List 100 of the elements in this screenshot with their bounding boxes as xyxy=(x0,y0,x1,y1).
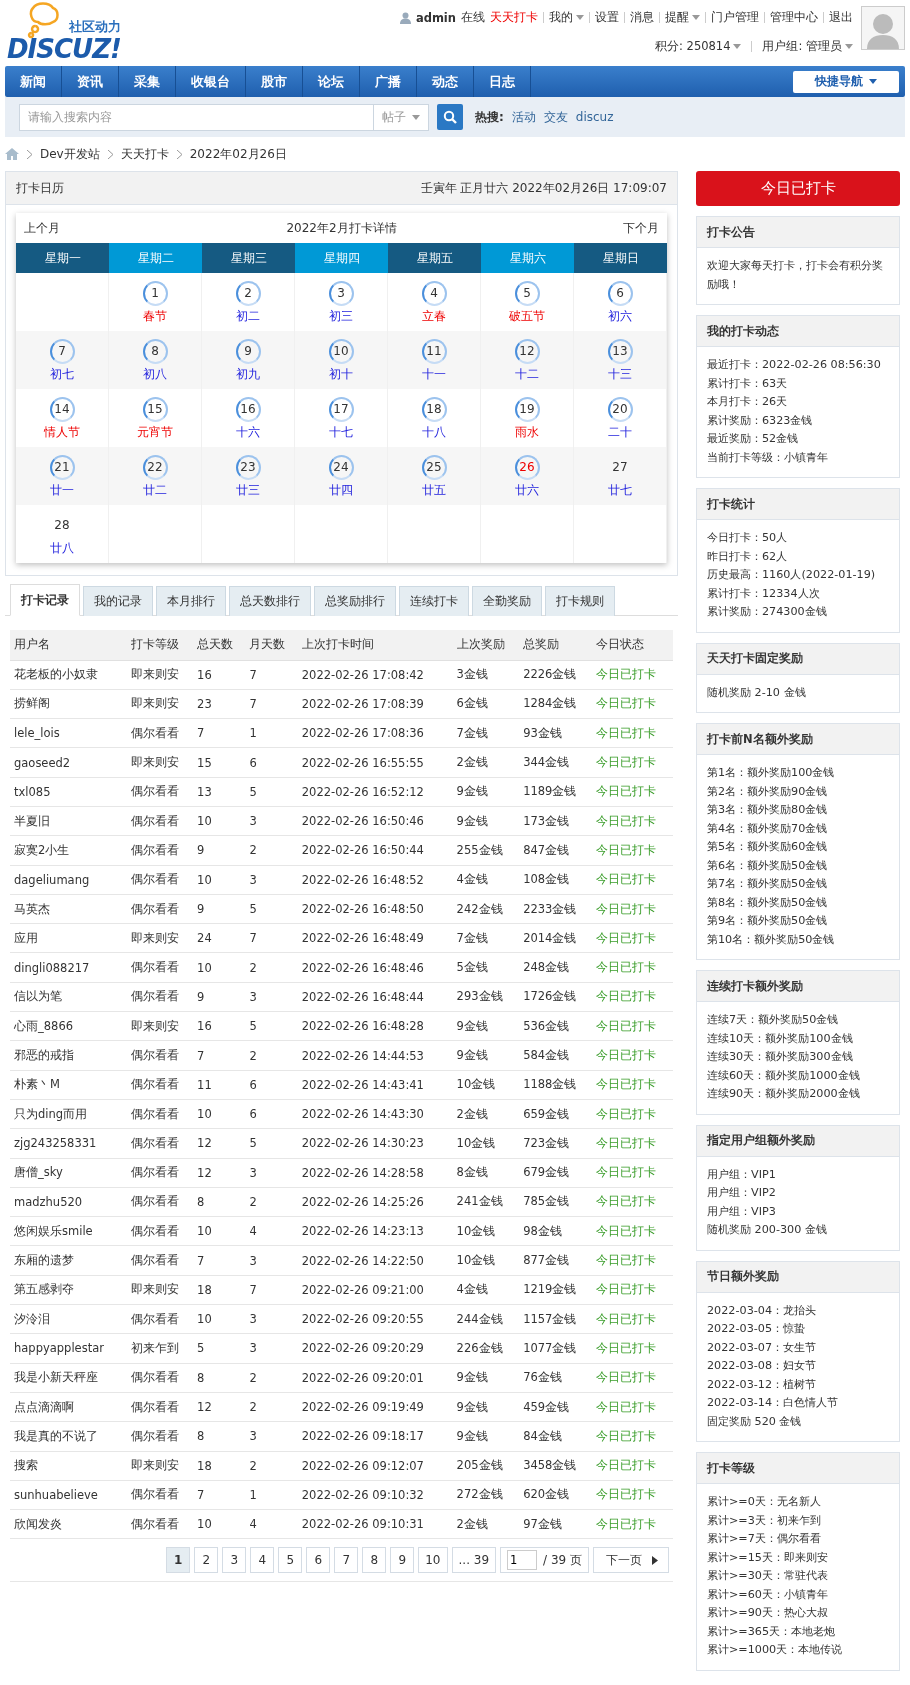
day-number[interactable]: 27 xyxy=(607,454,633,480)
credits-menu[interactable]: 积分: 250814 xyxy=(655,39,742,54)
day-number[interactable]: 19 xyxy=(514,396,540,422)
avatar[interactable] xyxy=(861,6,905,50)
day-number[interactable]: 23 xyxy=(235,454,261,480)
day-number[interactable]: 25 xyxy=(421,454,447,480)
table-cell: 620金钱 xyxy=(519,1480,593,1510)
page-button[interactable]: 3 xyxy=(222,1547,247,1574)
top-link[interactable]: 门户管理 xyxy=(711,10,759,25)
day-number[interactable]: 6 xyxy=(607,280,633,306)
day-number[interactable]: 13 xyxy=(607,338,633,364)
top-link[interactable]: 消息 xyxy=(630,10,654,25)
weekday-header: 星期六 xyxy=(481,243,574,273)
top-link[interactable]: 天天打卡 xyxy=(490,10,538,25)
page-button[interactable]: 9 xyxy=(390,1547,415,1574)
table-cell: 10金钱 xyxy=(452,1070,520,1100)
day-number[interactable]: 11 xyxy=(421,338,447,364)
breadcrumb-link[interactable]: 2022年02月26日 xyxy=(189,145,287,163)
panel-text: 第6名：额外奖励50金钱 xyxy=(707,857,829,874)
tab[interactable]: 全勤奖励 xyxy=(472,586,542,616)
table-cell: 241金钱 xyxy=(452,1187,520,1217)
prev-month-link[interactable]: 上个月 xyxy=(24,219,60,237)
column-header: 上次打卡时间 xyxy=(297,630,453,660)
page-button[interactable]: 10 xyxy=(418,1547,448,1574)
day-number[interactable]: 21 xyxy=(49,454,75,480)
day-number[interactable]: 20 xyxy=(607,396,633,422)
day-number[interactable]: 2 xyxy=(235,280,261,306)
day-number[interactable]: 17 xyxy=(328,396,354,422)
day-number[interactable]: 22 xyxy=(142,454,168,480)
status-cell: 今日已打卡 xyxy=(592,1421,673,1451)
day-number[interactable]: 1 xyxy=(142,280,168,306)
next-month-link[interactable]: 下个月 xyxy=(623,219,659,237)
day-number[interactable]: 16 xyxy=(235,396,261,422)
tab[interactable]: 总奖励排行 xyxy=(314,586,396,616)
tab[interactable]: 总天数排行 xyxy=(229,586,311,616)
page-button[interactable]: 5 xyxy=(278,1547,303,1574)
table-cell: 84金钱 xyxy=(519,1421,593,1451)
table-cell: 6金钱 xyxy=(452,689,520,719)
lunar-date: 廿六 xyxy=(515,482,539,498)
table-cell: 459金钱 xyxy=(519,1392,593,1422)
page-input[interactable]: 1 xyxy=(507,1550,538,1571)
search-field[interactable]: 请输入搜索内容 xyxy=(19,103,373,131)
page-button[interactable]: 1 xyxy=(166,1547,191,1574)
day-number[interactable]: 18 xyxy=(421,396,447,422)
top-link[interactable]: 设置 xyxy=(595,10,619,25)
page-button[interactable]: 6 xyxy=(306,1547,331,1574)
breadcrumb-link[interactable]: 天天打卡 xyxy=(120,145,169,163)
page-button[interactable]: 7 xyxy=(334,1547,359,1574)
day-number[interactable]: 4 xyxy=(421,280,447,306)
table-cell: 3 xyxy=(245,806,298,836)
hot-link[interactable]: discuz xyxy=(575,110,614,124)
panel-text: 累计>=0天：无名新人 xyxy=(707,1494,822,1510)
day-number[interactable]: 28 xyxy=(49,512,75,538)
day-number[interactable]: 10 xyxy=(328,338,354,364)
page-button[interactable]: 2 xyxy=(194,1547,219,1574)
table-cell: 536金钱 xyxy=(519,1011,593,1041)
day-number[interactable]: 15 xyxy=(142,396,168,422)
table-cell: 10金钱 xyxy=(452,1216,520,1246)
page-button[interactable]: ... 39 xyxy=(451,1547,497,1574)
user-group-menu[interactable]: 用户组: 管理员 xyxy=(762,39,853,54)
day-number[interactable]: 8 xyxy=(142,338,168,364)
panel-text: 第5名：额外奖励60金钱 xyxy=(707,839,829,855)
top-link[interactable]: 管理中心 xyxy=(770,10,818,25)
search-button[interactable] xyxy=(437,104,463,130)
checkin-button[interactable]: 今日已打卡 xyxy=(696,171,900,206)
tab[interactable]: 本月排行 xyxy=(156,586,226,616)
day-number[interactable]: 7 xyxy=(49,338,75,364)
day-number[interactable]: 14 xyxy=(49,396,75,422)
table-cell: 3458金钱 xyxy=(519,1451,593,1481)
status-cell: 今日已打卡 xyxy=(592,747,673,778)
home-icon[interactable] xyxy=(5,148,19,160)
breadcrumb-link[interactable]: Dev开发站 xyxy=(40,145,100,163)
page-button[interactable]: 8 xyxy=(362,1547,387,1574)
day-number[interactable]: 24 xyxy=(328,454,354,480)
panel-title: 打卡等级 xyxy=(697,1453,899,1484)
lunar-date: 初六 xyxy=(608,308,632,324)
table-cell: 10 xyxy=(193,1099,246,1129)
tab[interactable]: 连续打卡 xyxy=(399,586,469,616)
tab[interactable]: 我的记录 xyxy=(83,586,153,616)
weekday-header: 星期一 xyxy=(16,243,109,273)
hot-link[interactable]: 活动 xyxy=(511,108,536,126)
table-cell: gaoseed2 xyxy=(10,747,127,778)
top-link[interactable]: 我的 xyxy=(549,10,584,25)
tab[interactable]: 打卡记录 xyxy=(10,584,80,616)
next-page-button[interactable]: 下一页 xyxy=(593,1547,669,1574)
top-link[interactable]: 提醒 xyxy=(665,10,700,25)
table-cell: zjg243258331 xyxy=(10,1128,127,1159)
top-link[interactable]: 退出 xyxy=(829,10,853,25)
username[interactable]: admin xyxy=(415,10,456,25)
quick-nav-button[interactable]: 快捷导航 xyxy=(793,70,899,93)
hot-link[interactable]: 交友 xyxy=(543,108,568,126)
panel-title: 我的打卡动态 xyxy=(697,316,899,347)
day-number[interactable]: 26 xyxy=(514,454,540,480)
tab[interactable]: 打卡规则 xyxy=(545,586,615,616)
panel-text: 2022-03-08：妇女节 xyxy=(707,1358,818,1374)
day-number[interactable]: 12 xyxy=(514,338,540,364)
day-number[interactable]: 3 xyxy=(328,280,354,306)
day-number[interactable]: 9 xyxy=(235,338,261,364)
day-number[interactable]: 5 xyxy=(514,280,540,306)
page-button[interactable]: 4 xyxy=(250,1547,275,1574)
